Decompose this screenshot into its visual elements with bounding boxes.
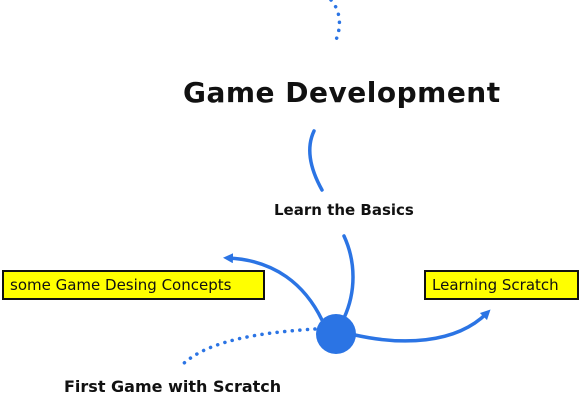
learning-scratch-node[interactable]: Learning Scratch [424, 270, 579, 300]
learning-scratch-label: Learning Scratch [432, 276, 559, 294]
first-game-node[interactable]: First Game with Scratch [64, 377, 281, 396]
hub-to-first-game-dotted-connector [180, 327, 317, 367]
top-dotted-connector [329, 0, 342, 42]
basics-to-hub-connector [342, 234, 355, 320]
game-design-concepts-label: some Game Desing Concepts [10, 276, 232, 294]
central-hub-node[interactable] [316, 314, 356, 354]
learn-basics-node[interactable]: Learn the Basics [274, 201, 414, 219]
title-to-basics-connector [308, 129, 324, 192]
game-design-concepts-node[interactable]: some Game Desing Concepts [2, 270, 265, 300]
central-topic-title[interactable]: Game Development [183, 76, 501, 109]
hub-to-scratch-arrow [353, 309, 491, 343]
